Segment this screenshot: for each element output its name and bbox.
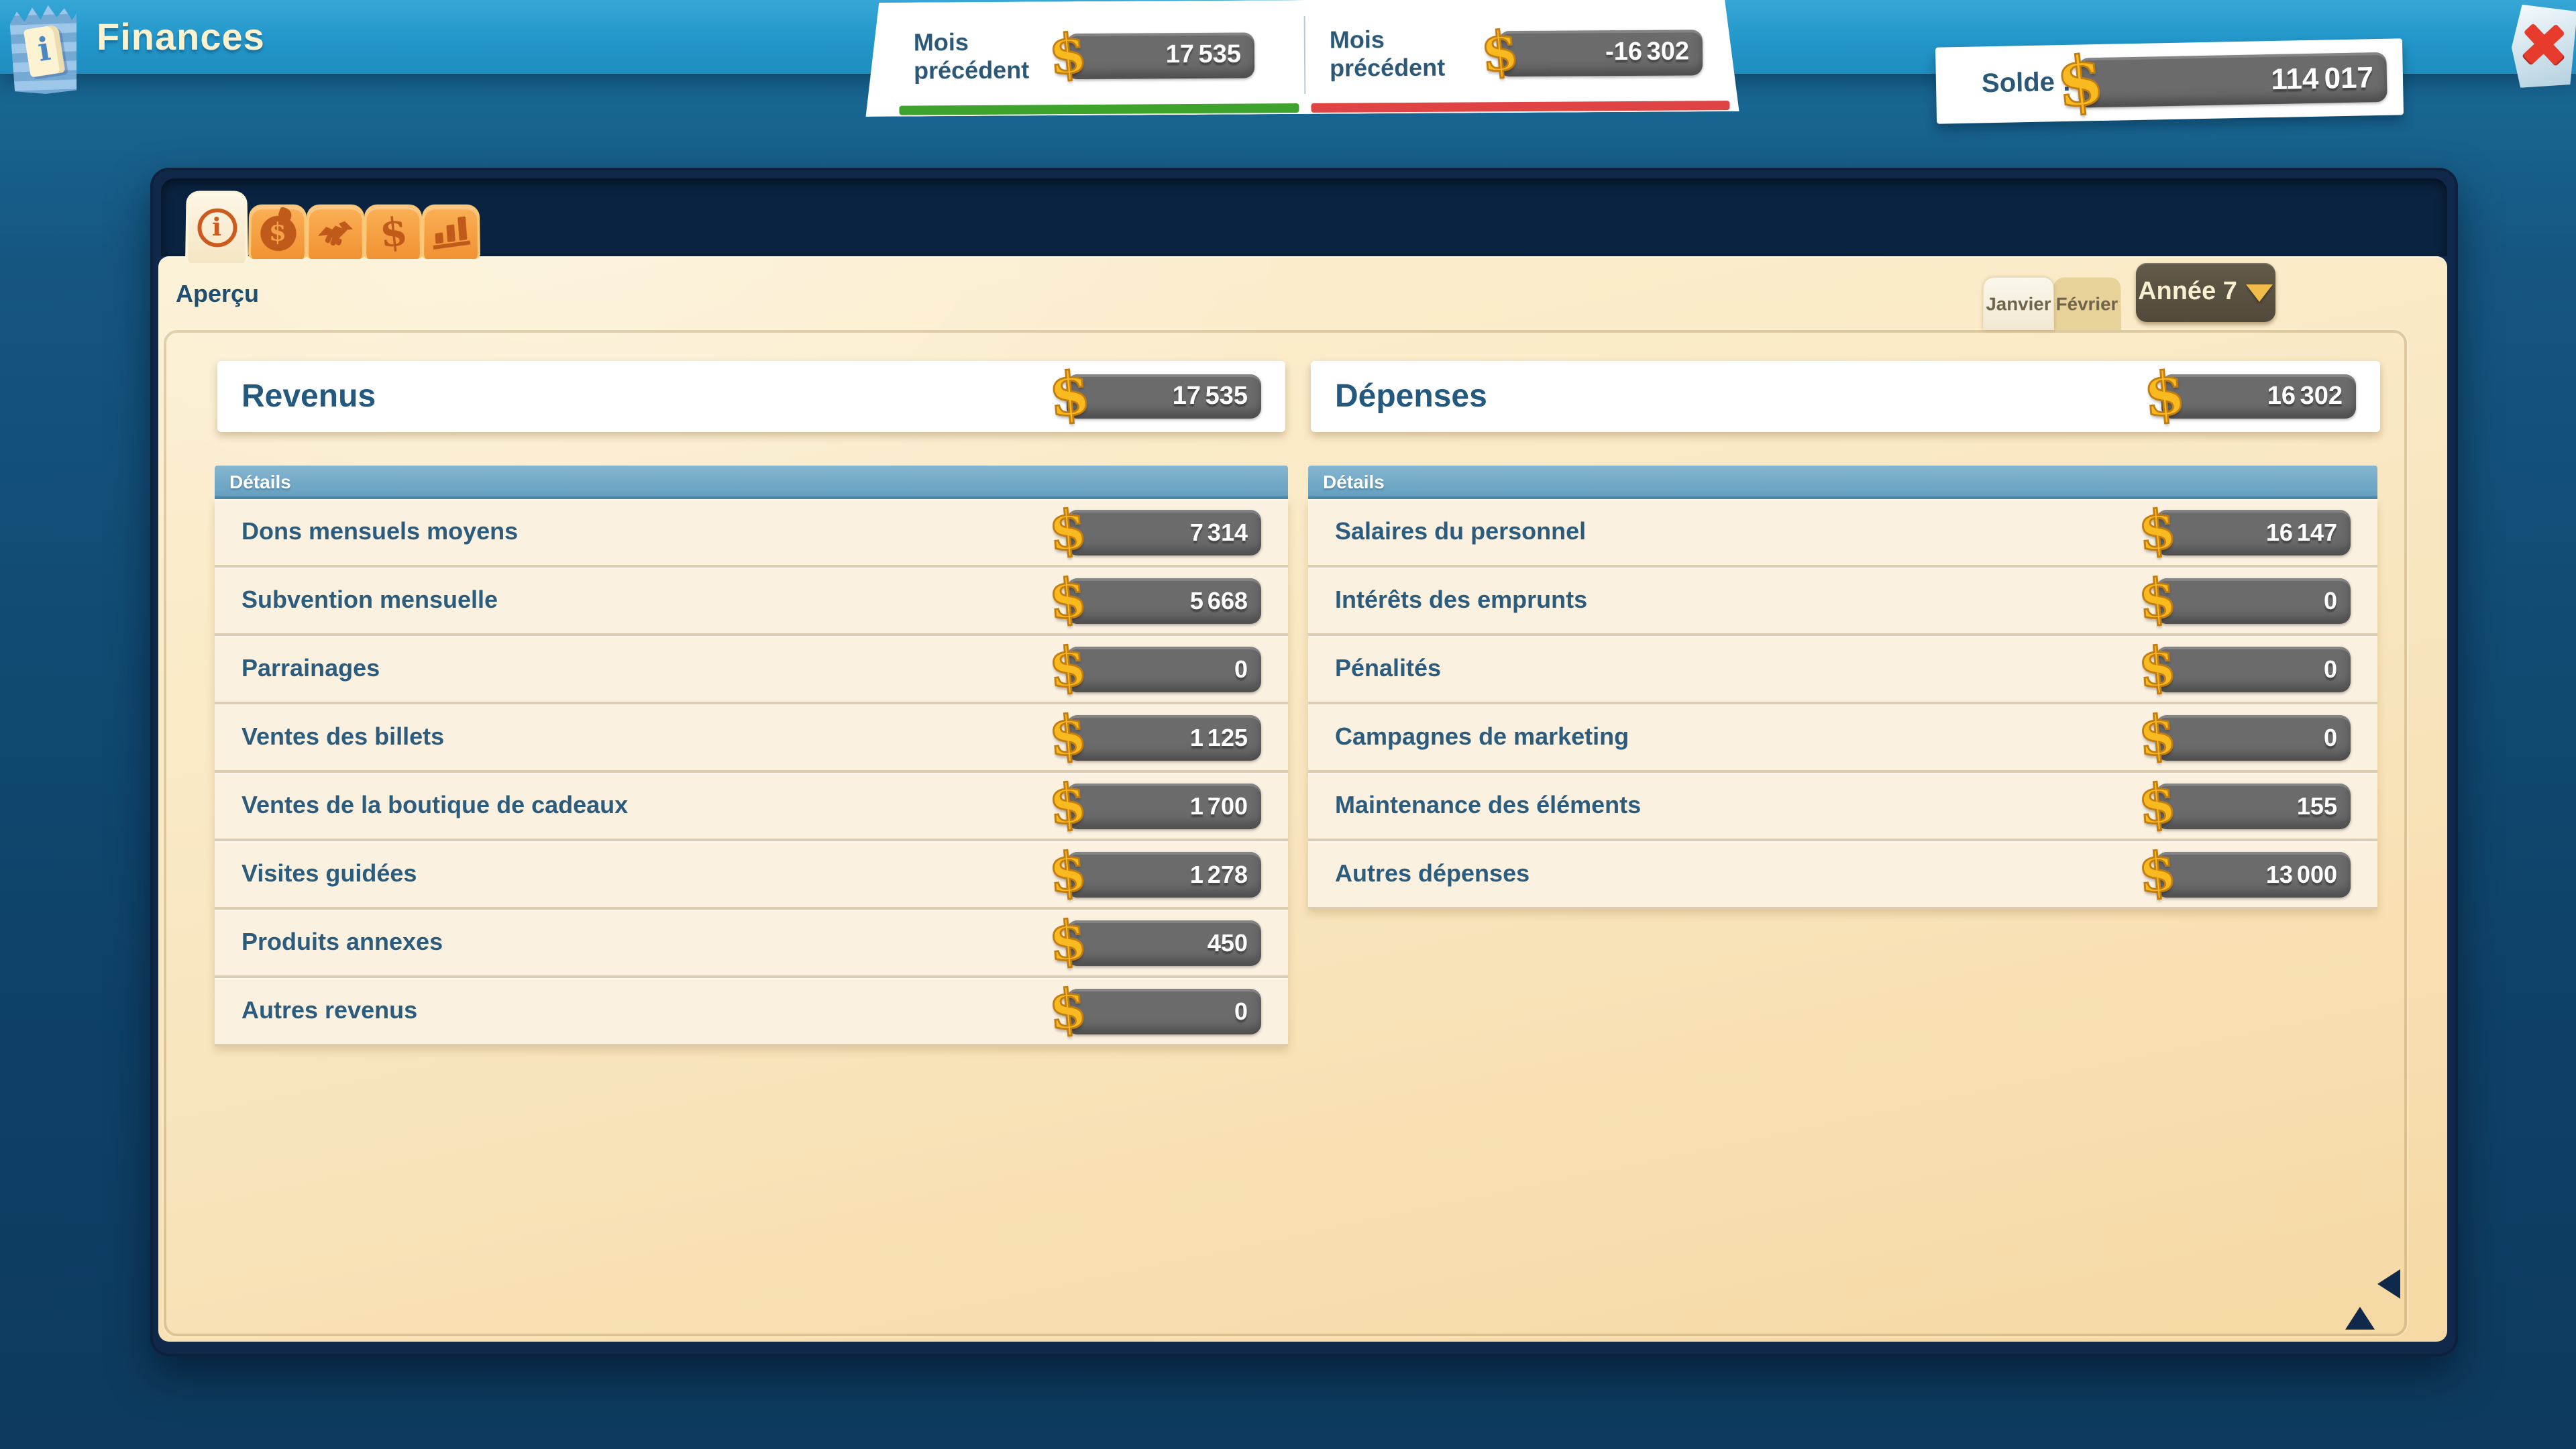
amount-pill: $0 bbox=[1067, 989, 1261, 1034]
ledger-book-icon: i bbox=[23, 24, 66, 77]
bar-chart-icon bbox=[431, 216, 470, 250]
revenue-row: Produits annexes $450 bbox=[215, 910, 1288, 978]
revenues-total: $ 17 535 bbox=[1067, 374, 1261, 419]
dollar-icon: $ bbox=[2136, 771, 2179, 837]
previous-month-summary: Mois précédent $ 17 535 Mois précédent $… bbox=[865, 0, 1739, 117]
tab-reports[interactable] bbox=[421, 205, 480, 259]
expense-row: Intérêts des emprunts $0 bbox=[1308, 568, 2377, 636]
amount-pill: $0 bbox=[1067, 647, 1261, 692]
revenue-row: Parrainages $0 bbox=[215, 636, 1288, 704]
amount-pill: $155 bbox=[2156, 784, 2351, 829]
balance-amount: $ 114 017 bbox=[2078, 52, 2387, 108]
amount-pill: $1 700 bbox=[1067, 784, 1261, 829]
dollar-icon: $ bbox=[1046, 703, 1089, 769]
dollar-icon: $ bbox=[1046, 908, 1089, 974]
amount-pill: $13 000 bbox=[2156, 852, 2351, 898]
expense-row: Salaires du personnel $16 147 bbox=[1308, 499, 2377, 568]
expense-row: Campagnes de marketing $0 bbox=[1308, 704, 2377, 773]
summary-divider bbox=[1304, 16, 1306, 94]
amount-pill: $0 bbox=[2156, 647, 2351, 692]
revenues-details-header: Détails bbox=[215, 466, 1288, 499]
info-circle-icon: i bbox=[197, 209, 237, 248]
dollar-icon: $ bbox=[1046, 840, 1089, 906]
month-tab-fevrier[interactable]: Février bbox=[2053, 278, 2121, 330]
balance-panel: Solde : $ 114 017 bbox=[1935, 38, 2404, 123]
expenses-header: Dépenses $ 16 302 bbox=[1311, 361, 2380, 432]
dollar-icon: $ bbox=[2136, 703, 2179, 769]
finances-window: i Finances Mois précédent $ 17 535 Mois … bbox=[0, 0, 2576, 1449]
dollar-icon: $ bbox=[1046, 635, 1089, 700]
revenues-title: Revenus bbox=[241, 361, 376, 432]
tab-overview[interactable]: i bbox=[185, 191, 248, 263]
revenue-row: Visites guidées $1 278 bbox=[215, 841, 1288, 910]
amount-pill: $16 147 bbox=[2156, 510, 2351, 555]
dollar-icon: $ bbox=[1046, 498, 1089, 564]
tab-finance[interactable]: $ bbox=[364, 205, 423, 259]
tab-strip bbox=[161, 178, 2447, 256]
expenses-title: Dépenses bbox=[1335, 361, 1487, 432]
dollar-icon: $ bbox=[2136, 498, 2179, 564]
chevron-down-icon bbox=[2247, 284, 2273, 301]
income-indicator-bar bbox=[899, 103, 1299, 115]
prev-month-income-label: Mois précédent bbox=[914, 28, 1065, 85]
revenues-header: Revenus $ 17 535 bbox=[217, 361, 1285, 432]
corner-notch-icon bbox=[2345, 1307, 2375, 1330]
year-selector[interactable]: Année 7 bbox=[2136, 263, 2275, 322]
dollar-icon: $ bbox=[2136, 840, 2179, 906]
expense-row: Maintenance des éléments $155 bbox=[1308, 773, 2377, 841]
expenses-total: $ 16 302 bbox=[2161, 374, 2356, 419]
handshake-icon bbox=[315, 217, 356, 249]
expenses-details-header: Détails bbox=[1308, 466, 2377, 499]
dollar-icon: $ bbox=[1046, 21, 1089, 88]
dollar-icon: $ bbox=[1046, 977, 1089, 1042]
window-title: Finances bbox=[97, 16, 265, 59]
amount-pill: $1 278 bbox=[1067, 852, 1261, 898]
amount-pill: $7 314 bbox=[1067, 510, 1261, 555]
amount-pill: $5 668 bbox=[1067, 578, 1261, 624]
dollar-icon: $ bbox=[1046, 771, 1089, 837]
dollar-icon: $ bbox=[377, 209, 409, 257]
dollar-icon: $ bbox=[2136, 635, 2179, 700]
close-button[interactable] bbox=[2510, 4, 2576, 89]
corner-notch-icon bbox=[2377, 1269, 2400, 1299]
amount-pill: $450 bbox=[1067, 920, 1261, 966]
revenue-row: Dons mensuels moyens $7 314 bbox=[215, 499, 1288, 568]
amount-pill: $0 bbox=[2156, 578, 2351, 624]
revenue-row: Autres revenus $0 bbox=[215, 978, 1288, 1046]
expense-row: Pénalités $0 bbox=[1308, 636, 2377, 704]
revenue-row: Subvention mensuelle $5 668 bbox=[215, 568, 1288, 636]
tab-donations[interactable]: $ bbox=[248, 205, 307, 259]
revenue-row: Ventes de la boutique de cadeaux $1 700 bbox=[215, 773, 1288, 841]
dollar-icon: $ bbox=[2141, 358, 2188, 430]
amount-pill: $1 125 bbox=[1067, 715, 1261, 761]
expense-indicator-bar bbox=[1311, 101, 1729, 113]
prev-month-income-amount: $ 17 535 bbox=[1067, 32, 1254, 79]
dollar-icon: $ bbox=[2053, 39, 2108, 123]
tab-sponsorships[interactable] bbox=[306, 205, 365, 259]
month-tab-janvier[interactable]: Janvier bbox=[1983, 278, 2054, 330]
amount-pill: $0 bbox=[2156, 715, 2351, 761]
dollar-icon: $ bbox=[1046, 566, 1089, 632]
dollar-icon: $ bbox=[2136, 566, 2179, 632]
prev-month-expense-label: Mois précédent bbox=[1330, 25, 1481, 83]
money-bag-icon: $ bbox=[260, 215, 296, 250]
dollar-icon: $ bbox=[1479, 19, 1521, 85]
year-selector-label: Année 7 bbox=[2138, 278, 2237, 307]
finances-ledger-icon: i bbox=[9, 4, 80, 95]
revenues-table: Dons mensuels moyens $7 314 Subvention m… bbox=[215, 499, 1288, 1046]
expense-row: Autres dépenses $13 000 bbox=[1308, 841, 2377, 910]
expenses-table: Salaires du personnel $16 147 Intérêts d… bbox=[1308, 499, 2377, 910]
dollar-icon: $ bbox=[1046, 358, 1093, 430]
revenue-row: Ventes des billets $1 125 bbox=[215, 704, 1288, 773]
sheet-title: Aperçu bbox=[176, 280, 259, 309]
prev-month-expense-amount: $ -16 302 bbox=[1499, 30, 1703, 76]
